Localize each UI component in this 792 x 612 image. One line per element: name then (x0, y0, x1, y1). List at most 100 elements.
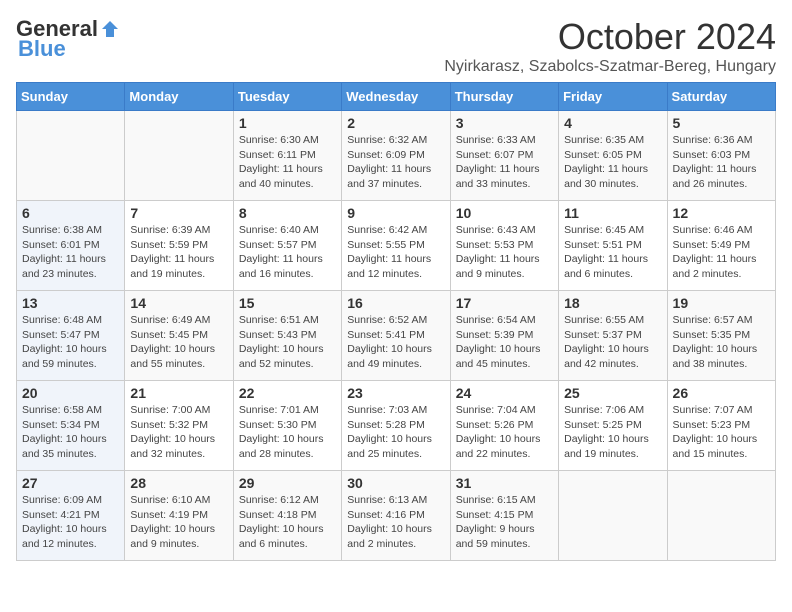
day-number: 14 (130, 295, 227, 311)
calendar-cell: 26Sunrise: 7:07 AM Sunset: 5:23 PM Dayli… (667, 381, 775, 471)
day-info: Sunrise: 6:35 AM Sunset: 6:05 PM Dayligh… (564, 133, 661, 192)
calendar-cell (559, 471, 667, 561)
day-number: 5 (673, 115, 770, 131)
day-number: 19 (673, 295, 770, 311)
day-number: 17 (456, 295, 553, 311)
calendar-cell: 25 Sunrise: 7:06 AM Sunset: 5:25 PM Dayli… (559, 381, 667, 471)
day-number: 22 (239, 385, 336, 401)
week-row-3: 13 Sunrise: 6:48 AM Sunset: 5:47 PM Dayli… (17, 291, 776, 381)
calendar-cell: 12 Sunrise: 6:46 AM Sunset: 5:49 PM Dayli… (667, 201, 775, 291)
calendar-cell: 8 Sunrise: 6:40 AM Sunset: 5:57 PM Daylig… (233, 201, 341, 291)
day-info: Sunrise: 6:32 AM Sunset: 6:09 PM Dayligh… (347, 133, 444, 192)
day-info: Sunrise: 6:40 AM Sunset: 5:57 PM Dayligh… (239, 223, 336, 282)
calendar-cell: 24 Sunrise: 7:04 AM Sunset: 5:26 PM Dayli… (450, 381, 558, 471)
day-info: Sunrise: 6:12 AM Sunset: 4:18 PM Dayligh… (239, 493, 336, 552)
day-number: 10 (456, 205, 553, 221)
day-number: 21 (130, 385, 227, 401)
day-info: Sunrise: 6:48 AM Sunset: 5:47 PM Dayligh… (22, 313, 119, 372)
day-info: Sunrise: 6:10 AM Sunset: 4:19 PM Dayligh… (130, 493, 227, 552)
day-number: 29 (239, 475, 336, 491)
title-area: October 2024 Nyirkarasz, Szabolcs-Szatma… (444, 16, 776, 76)
day-info: Sunrise: 6:30 AM Sunset: 6:11 PM Dayligh… (239, 133, 336, 192)
logo: General Blue (16, 16, 120, 62)
calendar-cell: 1 Sunrise: 6:30 AM Sunset: 6:11 PM Daylig… (233, 111, 341, 201)
weekday-header-monday: Monday (125, 83, 233, 111)
day-info: Sunrise: 7:04 AM Sunset: 5:26 PM Dayligh… (456, 403, 553, 462)
calendar-cell: 23 Sunrise: 7:03 AM Sunset: 5:28 PM Dayli… (342, 381, 450, 471)
calendar-cell: 19 Sunrise: 6:57 AM Sunset: 5:35 PM Dayli… (667, 291, 775, 381)
day-info: Sunrise: 6:39 AM Sunset: 5:59 PM Dayligh… (130, 223, 227, 282)
day-number: 24 (456, 385, 553, 401)
day-info: Sunrise: 6:52 AM Sunset: 5:41 PM Dayligh… (347, 313, 444, 372)
calendar-cell: 16Sunrise: 6:52 AM Sunset: 5:41 PM Dayli… (342, 291, 450, 381)
day-number: 3 (456, 115, 553, 131)
day-number: 2 (347, 115, 444, 131)
week-row-1: 1 Sunrise: 6:30 AM Sunset: 6:11 PM Daylig… (17, 111, 776, 201)
day-number: 26 (673, 385, 770, 401)
day-info: Sunrise: 6:42 AM Sunset: 5:55 PM Dayligh… (347, 223, 444, 282)
day-info: Sunrise: 7:06 AM Sunset: 5:25 PM Dayligh… (564, 403, 661, 462)
day-info: Sunrise: 7:00 AM Sunset: 5:32 PM Dayligh… (130, 403, 227, 462)
weekday-header-friday: Friday (559, 83, 667, 111)
week-row-4: 20 Sunrise: 6:58 AM Sunset: 5:34 PM Dayli… (17, 381, 776, 471)
day-info: Sunrise: 7:01 AM Sunset: 5:30 PM Dayligh… (239, 403, 336, 462)
location-title: Nyirkarasz, Szabolcs-Szatmar-Bereg, Hung… (444, 58, 776, 76)
day-number: 11 (564, 205, 661, 221)
calendar-cell: 10 Sunrise: 6:43 AM Sunset: 5:53 PM Dayli… (450, 201, 558, 291)
calendar-cell (17, 111, 125, 201)
day-number: 28 (130, 475, 227, 491)
day-number: 8 (239, 205, 336, 221)
day-number: 25 (564, 385, 661, 401)
day-info: Sunrise: 6:43 AM Sunset: 5:53 PM Dayligh… (456, 223, 553, 282)
day-info: Sunrise: 7:03 AM Sunset: 5:28 PM Dayligh… (347, 403, 444, 462)
calendar-cell: 28 Sunrise: 6:10 AM Sunset: 4:19 PM Dayli… (125, 471, 233, 561)
logo-icon (100, 19, 120, 39)
day-info: Sunrise: 6:58 AM Sunset: 5:34 PM Dayligh… (22, 403, 119, 462)
calendar-cell: 14Sunrise: 6:49 AM Sunset: 5:45 PM Dayli… (125, 291, 233, 381)
day-info: Sunrise: 6:54 AM Sunset: 5:39 PM Dayligh… (456, 313, 553, 372)
calendar-cell: 30 Sunrise: 6:13 AM Sunset: 4:16 PM Dayli… (342, 471, 450, 561)
calendar-cell: 18Sunrise: 6:55 AM Sunset: 5:37 PM Dayli… (559, 291, 667, 381)
calendar-cell: 11 Sunrise: 6:45 AM Sunset: 5:51 PM Dayli… (559, 201, 667, 291)
weekday-header-thursday: Thursday (450, 83, 558, 111)
calendar-cell: 6 Sunrise: 6:38 AM Sunset: 6:01 PM Daylig… (17, 201, 125, 291)
calendar-cell: 20 Sunrise: 6:58 AM Sunset: 5:34 PM Dayli… (17, 381, 125, 471)
weekday-header-saturday: Saturday (667, 83, 775, 111)
day-info: Sunrise: 6:57 AM Sunset: 5:35 PM Dayligh… (673, 313, 770, 372)
day-number: 9 (347, 205, 444, 221)
calendar-cell: 9 Sunrise: 6:42 AM Sunset: 5:55 PM Daylig… (342, 201, 450, 291)
weekday-header-sunday: Sunday (17, 83, 125, 111)
day-info: Sunrise: 6:38 AM Sunset: 6:01 PM Dayligh… (22, 223, 119, 282)
day-info: Sunrise: 6:46 AM Sunset: 5:49 PM Dayligh… (673, 223, 770, 282)
calendar-cell: 21 Sunrise: 7:00 AM Sunset: 5:32 PM Dayli… (125, 381, 233, 471)
calendar-cell: 15 Sunrise: 6:51 AM Sunset: 5:43 PM Dayli… (233, 291, 341, 381)
day-info: Sunrise: 6:13 AM Sunset: 4:16 PM Dayligh… (347, 493, 444, 552)
day-number: 20 (22, 385, 119, 401)
calendar-cell: 29 Sunrise: 6:12 AM Sunset: 4:18 PM Dayli… (233, 471, 341, 561)
header: General Blue October 2024 Nyirkarasz, Sz… (16, 16, 776, 76)
day-number: 30 (347, 475, 444, 491)
day-info: Sunrise: 6:45 AM Sunset: 5:51 PM Dayligh… (564, 223, 661, 282)
weekday-header-wednesday: Wednesday (342, 83, 450, 111)
day-number: 4 (564, 115, 661, 131)
day-number: 15 (239, 295, 336, 311)
calendar-cell: 27Sunrise: 6:09 AM Sunset: 4:21 PM Dayli… (17, 471, 125, 561)
calendar-cell: 31Sunrise: 6:15 AM Sunset: 4:15 PM Dayli… (450, 471, 558, 561)
day-number: 31 (456, 475, 553, 491)
month-title: October 2024 (444, 16, 776, 58)
calendar-cell: 13 Sunrise: 6:48 AM Sunset: 5:47 PM Dayli… (17, 291, 125, 381)
calendar: SundayMondayTuesdayWednesdayThursdayFrid… (16, 82, 776, 561)
calendar-cell: 3Sunrise: 6:33 AM Sunset: 6:07 PM Daylig… (450, 111, 558, 201)
weekday-header-row: SundayMondayTuesdayWednesdayThursdayFrid… (17, 83, 776, 111)
logo-blue-text: Blue (18, 36, 66, 62)
calendar-cell: 5Sunrise: 6:36 AM Sunset: 6:03 PM Daylig… (667, 111, 775, 201)
day-number: 13 (22, 295, 119, 311)
day-number: 27 (22, 475, 119, 491)
day-number: 12 (673, 205, 770, 221)
day-info: Sunrise: 6:51 AM Sunset: 5:43 PM Dayligh… (239, 313, 336, 372)
day-number: 6 (22, 205, 119, 221)
calendar-cell: 2 Sunrise: 6:32 AM Sunset: 6:09 PM Daylig… (342, 111, 450, 201)
day-number: 23 (347, 385, 444, 401)
weekday-header-tuesday: Tuesday (233, 83, 341, 111)
day-number: 1 (239, 115, 336, 131)
